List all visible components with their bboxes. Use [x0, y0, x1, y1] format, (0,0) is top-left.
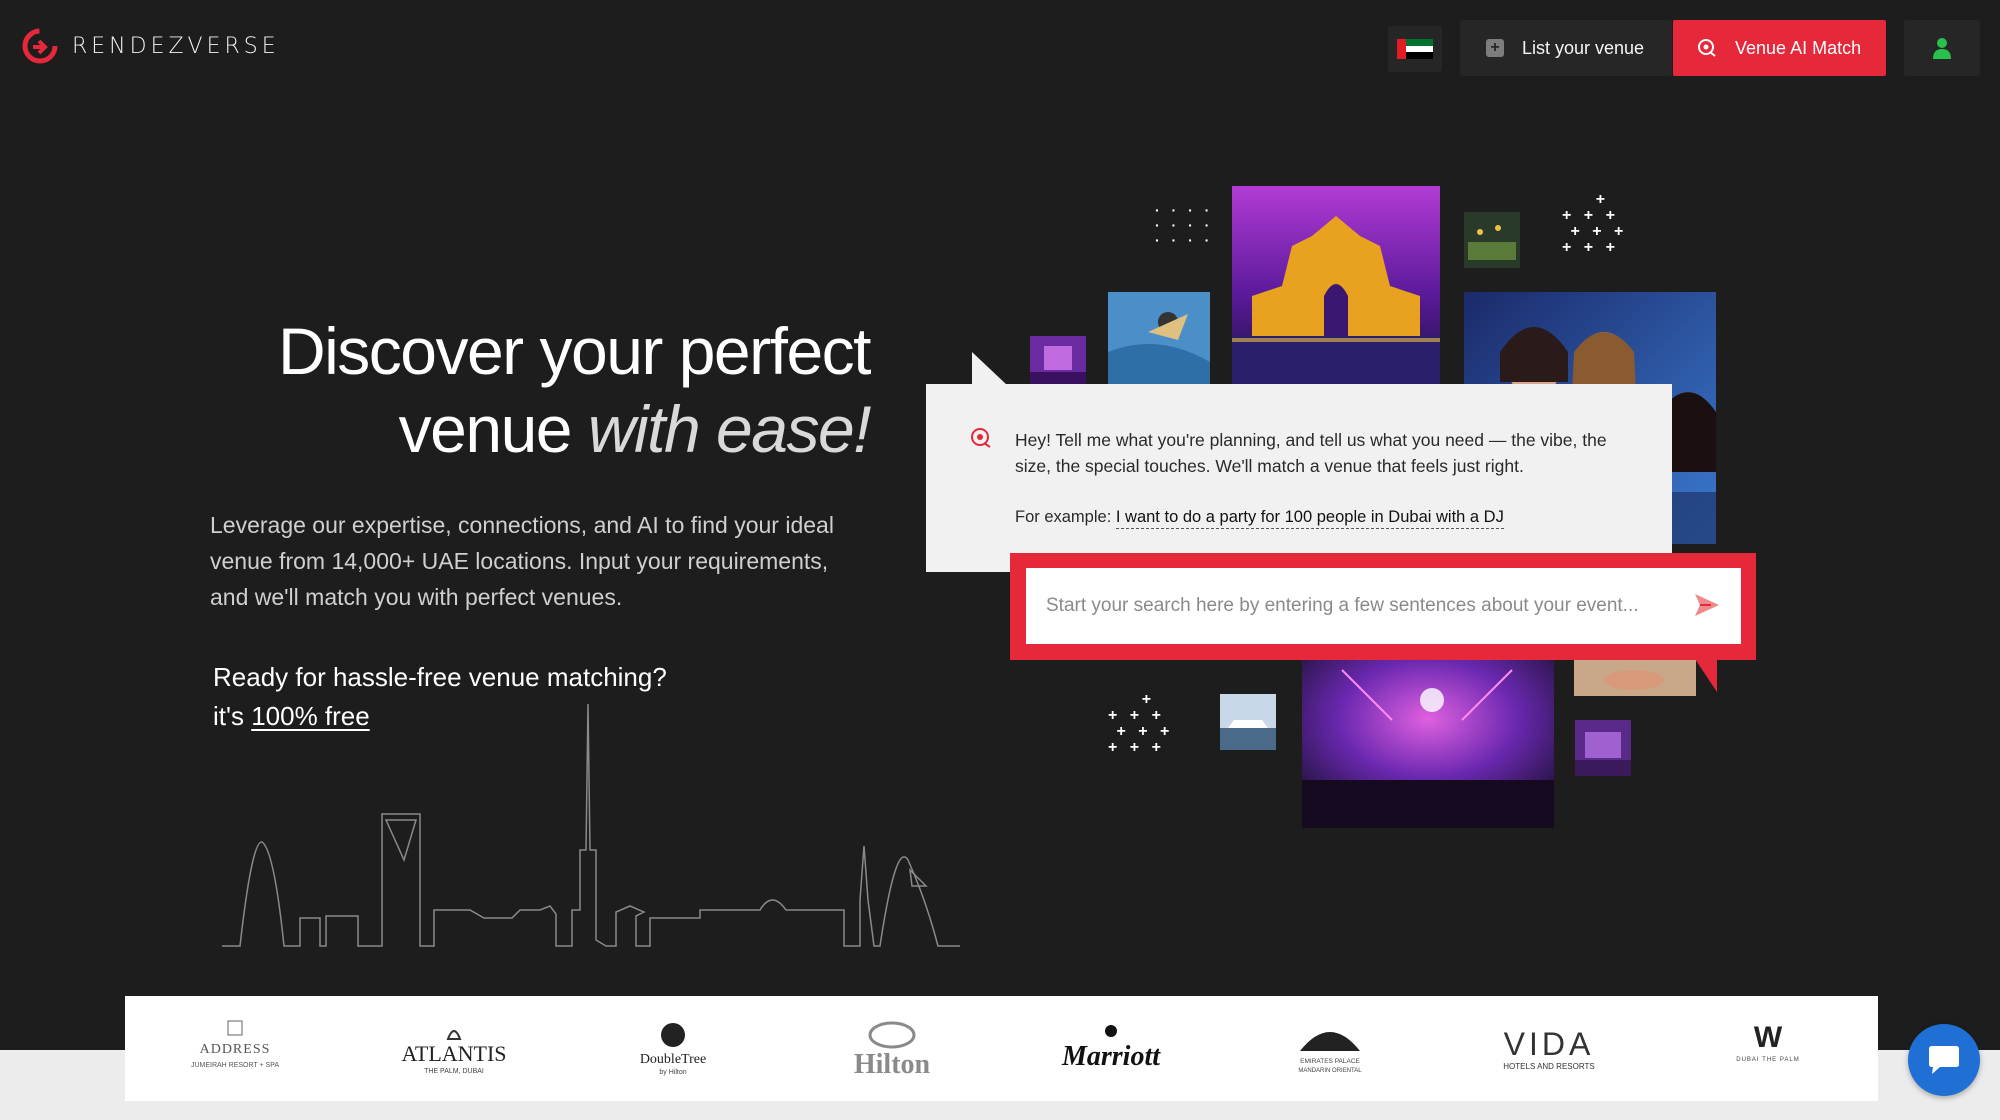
svg-text:HOTELS AND RESORTS: HOTELS AND RESORTS	[1504, 1062, 1595, 1071]
live-chat-button[interactable]	[1908, 1024, 1980, 1096]
ai-chat-message: Hey! Tell me what you're planning, and t…	[1015, 430, 1607, 476]
atlantis-hotel-image	[1232, 186, 1440, 384]
decor-plus-icon: + + + + + + + + + +	[1108, 691, 1174, 756]
ai-chat-icon	[1698, 39, 1716, 57]
svg-text:ADDRESS: ADDRESS	[199, 1042, 270, 1057]
chat-bubble-icon	[1929, 1046, 1959, 1074]
user-account-button[interactable]	[1904, 20, 1980, 76]
svg-text:JUMEIRAH RESORT + SPA: JUMEIRAH RESORT + SPA	[191, 1062, 279, 1069]
dubai-skyline-illustration	[222, 703, 960, 947]
svg-text:by Hilton: by Hilton	[659, 1069, 686, 1076]
brand-logo[interactable]: RENDEZVERSE	[22, 28, 280, 64]
svg-text:EMIRATES PALACE: EMIRATES PALACE	[1300, 1058, 1360, 1065]
user-icon	[1933, 38, 1951, 59]
skydiving-image	[1108, 292, 1210, 384]
svg-text:Hilton: Hilton	[854, 1049, 931, 1079]
svg-text:W: W	[1754, 1021, 1783, 1054]
partner-logo-address: ADDRESS JUMEIRAH RESORT + SPA	[150, 1009, 320, 1089]
brand-name: RENDEZVERSE	[72, 33, 280, 59]
lounge-image	[1575, 720, 1631, 776]
partner-logo-atlantis: ATLANTIS THE PALM, DUBAI	[369, 1009, 539, 1089]
partner-logo-w-dubai: W DUBAI THE PALM	[1683, 1009, 1853, 1089]
pool-image	[1574, 660, 1696, 696]
plus-icon: +	[1486, 39, 1504, 57]
svg-text:ATLANTIS: ATLANTIS	[401, 1041, 506, 1066]
nightclub-image	[1302, 660, 1554, 828]
send-icon[interactable]	[1693, 592, 1721, 618]
partner-logo-emirates-palace: EMIRATES PALACE MANDARIN ORIENTAL	[1245, 1009, 1415, 1089]
svg-text:MANDARIN ORIENTAL: MANDARIN ORIENTAL	[1299, 1068, 1363, 1074]
list-venue-button[interactable]: + List your venue	[1460, 20, 1672, 76]
search-box	[1026, 568, 1741, 644]
language-selector-button[interactable]	[1388, 26, 1442, 72]
venue-ai-match-button[interactable]: Venue AI Match	[1673, 20, 1886, 76]
list-venue-label: List your venue	[1522, 37, 1645, 58]
uae-flag-icon	[1397, 39, 1433, 60]
svg-text:VIDA: VIDA	[1504, 1026, 1595, 1062]
ai-chat-example: For example: I want to do a party for 10…	[1015, 508, 1504, 529]
partner-logo-doubletree: DoubleTree by Hilton	[588, 1009, 758, 1089]
svg-text:DoubleTree: DoubleTree	[640, 1052, 706, 1067]
event-search-input[interactable]	[1046, 595, 1686, 617]
example-prompt-link[interactable]: I want to do a party for 100 people in D…	[1115, 508, 1504, 529]
ai-assistant-icon	[971, 428, 991, 448]
partner-logo-vida: VIDA HOTELS AND RESORTS	[1464, 1009, 1634, 1089]
yacht-image	[1220, 694, 1276, 750]
svg-text:DUBAI THE PALM: DUBAI THE PALM	[1737, 1057, 1800, 1063]
partner-logo-marriott: Marriott	[1026, 1009, 1196, 1089]
chat-bubble-tail	[972, 352, 1008, 386]
venue-ai-match-label: Venue AI Match	[1735, 37, 1862, 58]
svg-text:Marriott: Marriott	[1061, 1041, 1161, 1072]
hero-description: Leverage our expertise, connections, and…	[210, 512, 834, 610]
svg-text:THE PALM, DUBAI: THE PALM, DUBAI	[424, 1068, 484, 1075]
decor-plus-icon: + + + + + + + + + +	[1562, 191, 1628, 256]
event-stage-image	[1030, 336, 1086, 384]
decor-dots-icon: · · · · · · · · · · · ·	[1155, 202, 1214, 248]
partner-logos-strip: ADDRESS JUMEIRAH RESORT + SPA ATLANTIS T…	[125, 996, 1878, 1101]
partner-logo-hilton: Hilton	[807, 1009, 977, 1089]
hero-title: Discover your perfect venue with ease!	[277, 314, 872, 466]
search-bubble-tail	[1693, 656, 1717, 692]
restaurant-image	[1464, 212, 1520, 268]
rendezverse-logo-icon	[22, 28, 58, 64]
